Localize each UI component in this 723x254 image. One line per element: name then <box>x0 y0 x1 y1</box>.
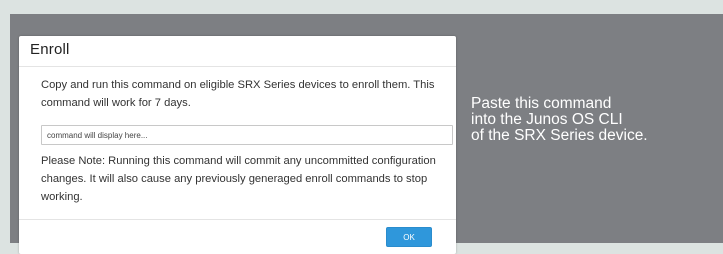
dialog-header: Enroll <box>19 36 456 67</box>
dialog-note: Please Note: Running this command will c… <box>41 155 436 203</box>
screenshot-frame: Enroll Copy and run this command on elig… <box>10 14 723 254</box>
dialog-body: Copy and run this command on eligible SR… <box>19 67 456 220</box>
ok-button[interactable]: OK <box>386 227 432 247</box>
callout-line-1: Paste this command <box>471 95 612 112</box>
dialog-description: Copy and run this command on eligible SR… <box>41 79 435 109</box>
callout-line-3: of the SRX Series device. <box>471 127 648 144</box>
callout-line-2: into the Junos OS CLI <box>471 111 623 128</box>
instruction-callout: Paste this command into the Junos OS CLI… <box>471 96 716 144</box>
command-field[interactable] <box>41 125 453 145</box>
enroll-dialog: Enroll Copy and run this command on elig… <box>19 36 456 254</box>
dialog-footer: OK <box>19 219 456 254</box>
dialog-title: Enroll <box>30 41 70 58</box>
